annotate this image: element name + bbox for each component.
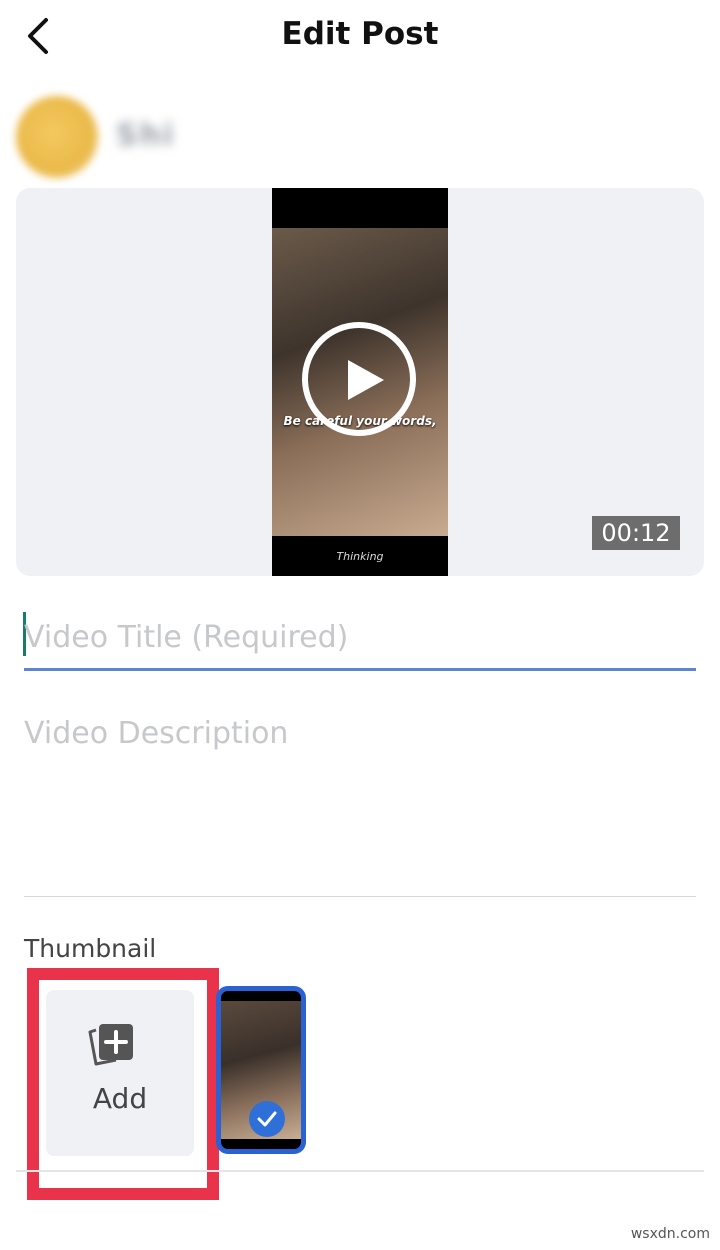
video-watermark: Thinking [336, 550, 384, 563]
highlight-annotation [27, 968, 219, 1200]
header: Edit Post [0, 0, 720, 72]
video-title-input[interactable] [24, 606, 696, 671]
avatar [16, 96, 98, 178]
thumbnail-option-selected[interactable] [216, 986, 306, 1154]
divider [16, 1170, 704, 1172]
video-preview-card: Be careful your words, Thinking 00:12 [16, 188, 704, 576]
video-description-input[interactable] [24, 716, 696, 897]
page-title: Edit Post [281, 16, 439, 52]
username: Shi [116, 118, 176, 153]
play-icon [348, 360, 384, 400]
play-button[interactable] [302, 322, 416, 436]
selected-badge [249, 1101, 285, 1137]
user-info: Shi [0, 88, 720, 184]
thumbnail-label: Thumbnail [24, 934, 157, 963]
duration-badge: 00:12 [592, 516, 680, 550]
site-watermark: wsxdn.com [630, 1226, 710, 1242]
check-icon [257, 1111, 277, 1127]
